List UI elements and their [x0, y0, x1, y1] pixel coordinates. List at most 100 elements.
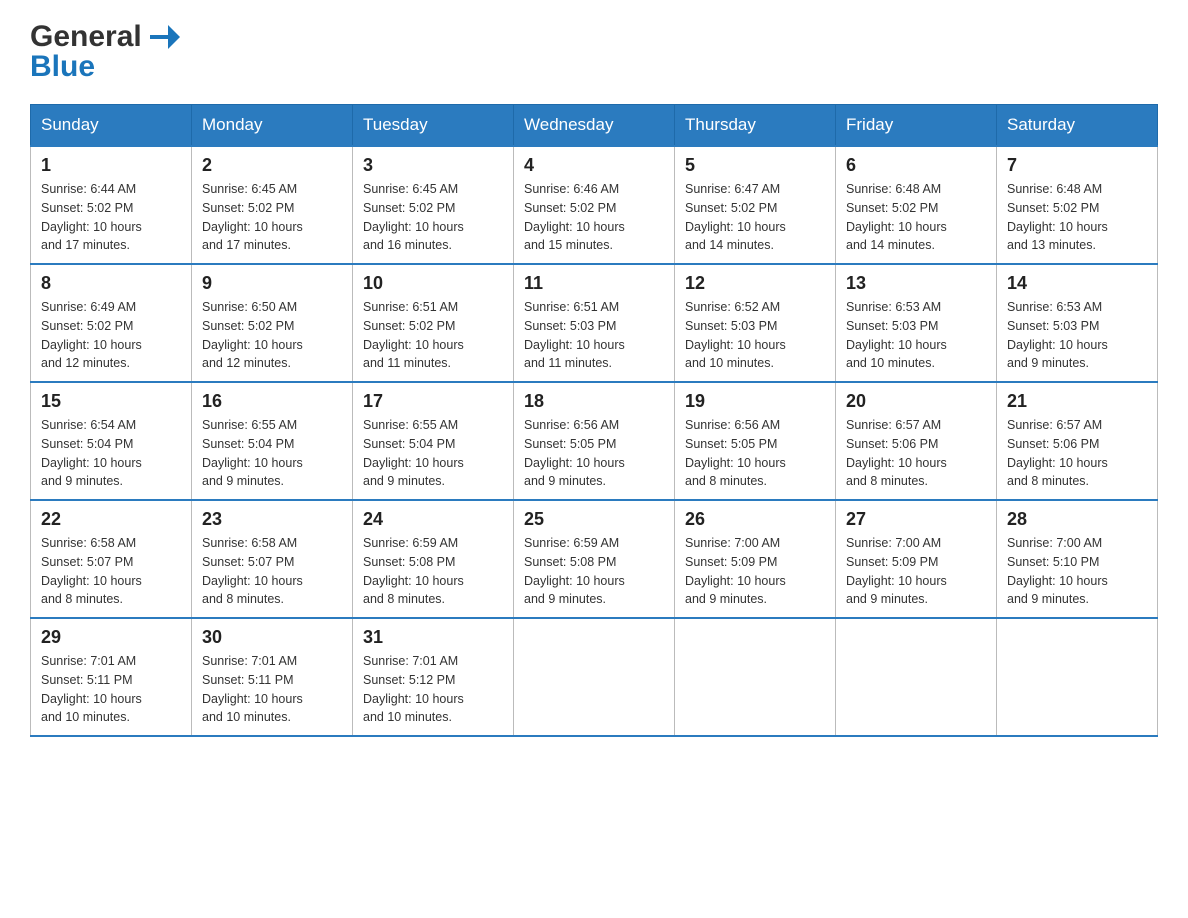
day-number: 30: [202, 627, 342, 648]
weekday-header-saturday: Saturday: [997, 105, 1158, 147]
day-info: Sunrise: 6:57 AM Sunset: 5:06 PM Dayligh…: [846, 416, 986, 491]
calendar-week-row: 22 Sunrise: 6:58 AM Sunset: 5:07 PM Dayl…: [31, 500, 1158, 618]
day-info: Sunrise: 7:00 AM Sunset: 5:09 PM Dayligh…: [846, 534, 986, 609]
calendar-cell: 29 Sunrise: 7:01 AM Sunset: 5:11 PM Dayl…: [31, 618, 192, 736]
calendar-cell: [514, 618, 675, 736]
calendar-cell: 5 Sunrise: 6:47 AM Sunset: 5:02 PM Dayli…: [675, 146, 836, 264]
day-number: 25: [524, 509, 664, 530]
day-info: Sunrise: 6:44 AM Sunset: 5:02 PM Dayligh…: [41, 180, 181, 255]
day-number: 11: [524, 273, 664, 294]
calendar-week-row: 29 Sunrise: 7:01 AM Sunset: 5:11 PM Dayl…: [31, 618, 1158, 736]
logo: General Blue: [30, 20, 182, 84]
day-number: 19: [685, 391, 825, 412]
calendar-week-row: 1 Sunrise: 6:44 AM Sunset: 5:02 PM Dayli…: [31, 146, 1158, 264]
calendar-cell: 10 Sunrise: 6:51 AM Sunset: 5:02 PM Dayl…: [353, 264, 514, 382]
day-number: 10: [363, 273, 503, 294]
day-number: 20: [846, 391, 986, 412]
logo-arrow-icon: [146, 15, 182, 51]
day-info: Sunrise: 6:48 AM Sunset: 5:02 PM Dayligh…: [846, 180, 986, 255]
day-number: 6: [846, 155, 986, 176]
calendar-cell: 22 Sunrise: 6:58 AM Sunset: 5:07 PM Dayl…: [31, 500, 192, 618]
calendar-cell: 16 Sunrise: 6:55 AM Sunset: 5:04 PM Dayl…: [192, 382, 353, 500]
day-number: 24: [363, 509, 503, 530]
day-info: Sunrise: 7:01 AM Sunset: 5:11 PM Dayligh…: [41, 652, 181, 727]
day-number: 15: [41, 391, 181, 412]
calendar-cell: 14 Sunrise: 6:53 AM Sunset: 5:03 PM Dayl…: [997, 264, 1158, 382]
calendar-cell: [675, 618, 836, 736]
day-info: Sunrise: 6:53 AM Sunset: 5:03 PM Dayligh…: [846, 298, 986, 373]
calendar-cell: 6 Sunrise: 6:48 AM Sunset: 5:02 PM Dayli…: [836, 146, 997, 264]
day-number: 27: [846, 509, 986, 530]
day-number: 21: [1007, 391, 1147, 412]
day-number: 4: [524, 155, 664, 176]
calendar-cell: 17 Sunrise: 6:55 AM Sunset: 5:04 PM Dayl…: [353, 382, 514, 500]
day-info: Sunrise: 7:00 AM Sunset: 5:09 PM Dayligh…: [685, 534, 825, 609]
day-info: Sunrise: 7:00 AM Sunset: 5:10 PM Dayligh…: [1007, 534, 1147, 609]
calendar-cell: 20 Sunrise: 6:57 AM Sunset: 5:06 PM Dayl…: [836, 382, 997, 500]
calendar-cell: 23 Sunrise: 6:58 AM Sunset: 5:07 PM Dayl…: [192, 500, 353, 618]
day-info: Sunrise: 6:54 AM Sunset: 5:04 PM Dayligh…: [41, 416, 181, 491]
calendar-cell: 3 Sunrise: 6:45 AM Sunset: 5:02 PM Dayli…: [353, 146, 514, 264]
weekday-header-tuesday: Tuesday: [353, 105, 514, 147]
day-info: Sunrise: 6:53 AM Sunset: 5:03 PM Dayligh…: [1007, 298, 1147, 373]
calendar-cell: [997, 618, 1158, 736]
day-info: Sunrise: 6:58 AM Sunset: 5:07 PM Dayligh…: [41, 534, 181, 609]
day-info: Sunrise: 6:56 AM Sunset: 5:05 PM Dayligh…: [524, 416, 664, 491]
day-info: Sunrise: 7:01 AM Sunset: 5:12 PM Dayligh…: [363, 652, 503, 727]
weekday-header-wednesday: Wednesday: [514, 105, 675, 147]
day-number: 14: [1007, 273, 1147, 294]
weekday-header-row: SundayMondayTuesdayWednesdayThursdayFrid…: [31, 105, 1158, 147]
logo-combined: General: [30, 20, 182, 54]
weekday-header-friday: Friday: [836, 105, 997, 147]
day-info: Sunrise: 7:01 AM Sunset: 5:11 PM Dayligh…: [202, 652, 342, 727]
calendar-cell: 30 Sunrise: 7:01 AM Sunset: 5:11 PM Dayl…: [192, 618, 353, 736]
day-number: 31: [363, 627, 503, 648]
day-info: Sunrise: 6:46 AM Sunset: 5:02 PM Dayligh…: [524, 180, 664, 255]
day-number: 23: [202, 509, 342, 530]
day-number: 26: [685, 509, 825, 530]
calendar-cell: 15 Sunrise: 6:54 AM Sunset: 5:04 PM Dayl…: [31, 382, 192, 500]
calendar-cell: 27 Sunrise: 7:00 AM Sunset: 5:09 PM Dayl…: [836, 500, 997, 618]
day-number: 28: [1007, 509, 1147, 530]
calendar-cell: 19 Sunrise: 6:56 AM Sunset: 5:05 PM Dayl…: [675, 382, 836, 500]
day-info: Sunrise: 6:47 AM Sunset: 5:02 PM Dayligh…: [685, 180, 825, 255]
calendar-cell: 21 Sunrise: 6:57 AM Sunset: 5:06 PM Dayl…: [997, 382, 1158, 500]
calendar-cell: 26 Sunrise: 7:00 AM Sunset: 5:09 PM Dayl…: [675, 500, 836, 618]
day-number: 2: [202, 155, 342, 176]
day-number: 7: [1007, 155, 1147, 176]
day-info: Sunrise: 6:58 AM Sunset: 5:07 PM Dayligh…: [202, 534, 342, 609]
calendar-cell: 25 Sunrise: 6:59 AM Sunset: 5:08 PM Dayl…: [514, 500, 675, 618]
day-number: 1: [41, 155, 181, 176]
day-number: 17: [363, 391, 503, 412]
calendar-week-row: 15 Sunrise: 6:54 AM Sunset: 5:04 PM Dayl…: [31, 382, 1158, 500]
calendar-cell: 28 Sunrise: 7:00 AM Sunset: 5:10 PM Dayl…: [997, 500, 1158, 618]
day-number: 29: [41, 627, 181, 648]
day-info: Sunrise: 6:55 AM Sunset: 5:04 PM Dayligh…: [363, 416, 503, 491]
weekday-header-monday: Monday: [192, 105, 353, 147]
calendar-cell: 11 Sunrise: 6:51 AM Sunset: 5:03 PM Dayl…: [514, 264, 675, 382]
calendar-table: SundayMondayTuesdayWednesdayThursdayFrid…: [30, 104, 1158, 737]
logo-general-text: General: [30, 20, 142, 54]
calendar-cell: 2 Sunrise: 6:45 AM Sunset: 5:02 PM Dayli…: [192, 146, 353, 264]
day-number: 18: [524, 391, 664, 412]
weekday-header-thursday: Thursday: [675, 105, 836, 147]
day-info: Sunrise: 6:51 AM Sunset: 5:02 PM Dayligh…: [363, 298, 503, 373]
calendar-cell: 31 Sunrise: 7:01 AM Sunset: 5:12 PM Dayl…: [353, 618, 514, 736]
day-number: 13: [846, 273, 986, 294]
calendar-cell: 12 Sunrise: 6:52 AM Sunset: 5:03 PM Dayl…: [675, 264, 836, 382]
day-info: Sunrise: 6:48 AM Sunset: 5:02 PM Dayligh…: [1007, 180, 1147, 255]
day-info: Sunrise: 6:50 AM Sunset: 5:02 PM Dayligh…: [202, 298, 342, 373]
logo-blue-text: Blue: [30, 50, 95, 84]
day-info: Sunrise: 6:49 AM Sunset: 5:02 PM Dayligh…: [41, 298, 181, 373]
calendar-cell: 9 Sunrise: 6:50 AM Sunset: 5:02 PM Dayli…: [192, 264, 353, 382]
calendar-week-row: 8 Sunrise: 6:49 AM Sunset: 5:02 PM Dayli…: [31, 264, 1158, 382]
day-info: Sunrise: 6:59 AM Sunset: 5:08 PM Dayligh…: [524, 534, 664, 609]
day-number: 16: [202, 391, 342, 412]
day-number: 22: [41, 509, 181, 530]
day-info: Sunrise: 6:51 AM Sunset: 5:03 PM Dayligh…: [524, 298, 664, 373]
calendar-cell: 13 Sunrise: 6:53 AM Sunset: 5:03 PM Dayl…: [836, 264, 997, 382]
calendar-cell: 8 Sunrise: 6:49 AM Sunset: 5:02 PM Dayli…: [31, 264, 192, 382]
calendar-cell: 24 Sunrise: 6:59 AM Sunset: 5:08 PM Dayl…: [353, 500, 514, 618]
day-number: 3: [363, 155, 503, 176]
calendar-cell: 18 Sunrise: 6:56 AM Sunset: 5:05 PM Dayl…: [514, 382, 675, 500]
